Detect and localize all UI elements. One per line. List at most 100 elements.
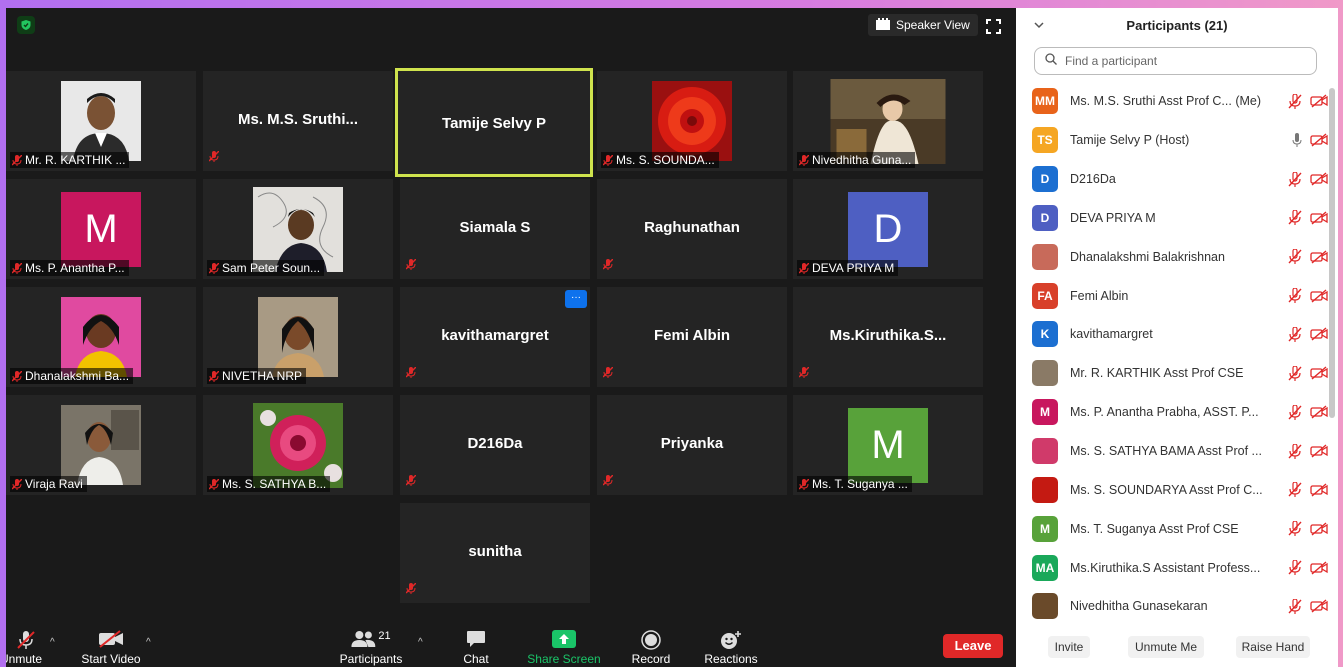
video-off-icon (1310, 250, 1328, 264)
participant-list: MM Ms. M.S. Sruthi Asst Prof C... (Me) TS T… (1032, 82, 1328, 626)
participant-label: DEVA PRIYA M (797, 260, 899, 276)
video-tile[interactable]: Dhanalakshmi Ba... (6, 287, 196, 387)
participant-row[interactable]: D DEVA PRIYA M (1032, 199, 1328, 238)
participants-options-caret-icon[interactable]: ^ (418, 637, 423, 648)
video-tile[interactable]: Priyanka (597, 395, 787, 495)
chat-icon (466, 630, 486, 651)
mic-muted-icon (12, 478, 22, 490)
participant-row[interactable]: TS Tamije Selvy P (Host) (1032, 121, 1328, 160)
mic-muted-icon (1288, 598, 1302, 614)
participant-label: Mr. R. KARTHIK ... (10, 152, 130, 168)
unmute-me-button[interactable]: Unmute Me (1128, 636, 1204, 658)
video-tile[interactable]: M Ms. T. Suganya ... (793, 395, 983, 495)
participant-photo (258, 297, 338, 377)
participant-photo (61, 81, 141, 161)
video-tile[interactable]: Viraja Ravi (6, 395, 196, 495)
participant-name: Ms. S. SATHYA BAMA Asst Prof ... (1070, 444, 1262, 459)
participant-row[interactable]: Ms. S. SOUNDARYA Asst Prof C... (1032, 470, 1328, 509)
encryption-shield-icon[interactable] (17, 16, 35, 34)
participant-row[interactable]: Nivedhitha Gunasekaran (1032, 587, 1328, 626)
participants-button[interactable]: 21 Participants (336, 627, 406, 667)
mic-muted-icon (1288, 482, 1302, 498)
video-tile-active-speaker[interactable]: Tamije Selvy P (395, 68, 593, 177)
search-icon (1045, 52, 1057, 70)
video-tile[interactable]: M Ms. P. Anantha P... (6, 179, 196, 279)
start-video-button[interactable]: Start Video (76, 627, 146, 667)
video-tile[interactable]: sunitha (400, 503, 590, 603)
participant-name: Ms.Kiruthika.S... (829, 327, 947, 344)
leave-button[interactable]: Leave (943, 634, 1003, 658)
participant-row[interactable]: D D216Da (1032, 160, 1328, 199)
participant-label: Nivedhitha Guna... (797, 152, 916, 168)
video-tile[interactable]: D216Da (400, 395, 590, 495)
participants-count: 21 (378, 630, 391, 642)
participant-search[interactable] (1034, 47, 1317, 75)
participant-avatar: MA (1032, 554, 1058, 581)
mic-muted-icon (799, 478, 809, 490)
participant-name: Siamala S (459, 219, 531, 236)
more-options-button[interactable]: ··· (565, 290, 587, 308)
mic-muted-icon (12, 370, 22, 382)
unmute-button[interactable]: Unmute (6, 627, 46, 667)
audio-options-caret-icon[interactable]: ^ (50, 637, 55, 648)
participant-row[interactable]: MM Ms. M.S. Sruthi Asst Prof C... (Me) (1032, 82, 1328, 121)
video-tile[interactable]: Sam Peter Soun... (203, 179, 393, 279)
speaker-view-button[interactable]: Speaker View (868, 14, 978, 36)
participant-avatar: M (1032, 515, 1058, 542)
video-off-icon (1310, 211, 1328, 225)
participant-row[interactable]: Dhanalakshmi Balakrishnan (1032, 237, 1328, 276)
video-tile[interactable]: Mr. R. KARTHIK ... (6, 71, 196, 171)
video-tile[interactable]: Raghunathan (597, 179, 787, 279)
raise-hand-button[interactable]: Raise Hand (1236, 636, 1310, 658)
mic-muted-icon (602, 473, 614, 491)
search-input[interactable] (1063, 53, 1307, 69)
chat-button[interactable]: Chat (451, 627, 501, 667)
mic-muted-icon (17, 630, 35, 653)
reactions-button[interactable]: Reactions (701, 627, 761, 667)
video-tile[interactable]: Femi Albin (597, 287, 787, 387)
mic-muted-icon (209, 370, 219, 382)
participant-row[interactable]: MA Ms.Kiruthika.S Assistant Profess... (1032, 548, 1328, 587)
video-gallery: Speaker View Mr. R. KARTHIK ... Ms. M.S.… (6, 8, 1016, 667)
video-tile[interactable]: Ms.Kiruthika.S... (793, 287, 983, 387)
video-tile[interactable]: ··· kavithamargret (400, 287, 590, 387)
participant-label: Ms. S. SATHYA B... (207, 476, 331, 492)
participant-status-icons (1288, 237, 1328, 276)
participant-row[interactable]: M Ms. P. Anantha Prabha, ASST. P... (1032, 393, 1328, 432)
invite-button[interactable]: Invite (1048, 636, 1090, 658)
participant-row[interactable]: Mr. R. KARTHIK Asst Prof CSE (1032, 354, 1328, 393)
zoom-window: Speaker View Mr. R. KARTHIK ... Ms. M.S.… (6, 8, 1338, 667)
participant-name: Ms. P. Anantha Prabha, ASST. P... (1070, 405, 1259, 420)
video-tile[interactable]: NIVETHA NRP (203, 287, 393, 387)
participant-status-icons (1292, 121, 1328, 160)
mic-muted-icon (405, 365, 417, 383)
participant-name: D216Da (1070, 172, 1116, 187)
video-options-caret-icon[interactable]: ^ (146, 637, 151, 648)
participant-row[interactable]: Kkavithamargret (1032, 315, 1328, 354)
record-button[interactable]: Record (626, 627, 676, 667)
video-tile[interactable]: Siamala S (400, 179, 590, 279)
video-tile[interactable]: Ms. S. SOUNDA... (597, 71, 787, 171)
avatar: D (848, 192, 928, 267)
participant-status-icons (1288, 393, 1328, 432)
participant-name: kavithamargret (441, 327, 549, 344)
scrollbar[interactable] (1329, 88, 1335, 418)
participant-row[interactable]: M Ms. T. Suganya Asst Prof CSE (1032, 509, 1328, 548)
video-tile[interactable]: Ms. S. SATHYA B... (203, 395, 393, 495)
record-icon (641, 630, 661, 653)
video-off-icon (1310, 327, 1328, 342)
participant-name: D216Da (467, 435, 523, 452)
participant-status-icons (1288, 199, 1328, 238)
share-screen-button[interactable]: Share Screen (524, 627, 604, 667)
video-tile[interactable]: Ms. M.S. Sruthi... (203, 71, 393, 171)
participant-status-icons (1288, 82, 1328, 121)
video-tile[interactable]: Nivedhitha Guna... (793, 71, 983, 171)
participant-row[interactable]: FA Femi Albin (1032, 276, 1328, 315)
mic-muted-icon (1288, 326, 1302, 342)
participant-row[interactable]: Ms. S. SATHYA BAMA Asst Prof ... (1032, 432, 1328, 471)
participant-name: Tamije Selvy P (442, 115, 546, 132)
fullscreen-icon[interactable] (986, 19, 1001, 39)
mic-icon (1292, 133, 1302, 148)
video-tile[interactable]: D DEVA PRIYA M (793, 179, 983, 279)
participant-avatar: K (1032, 321, 1058, 348)
